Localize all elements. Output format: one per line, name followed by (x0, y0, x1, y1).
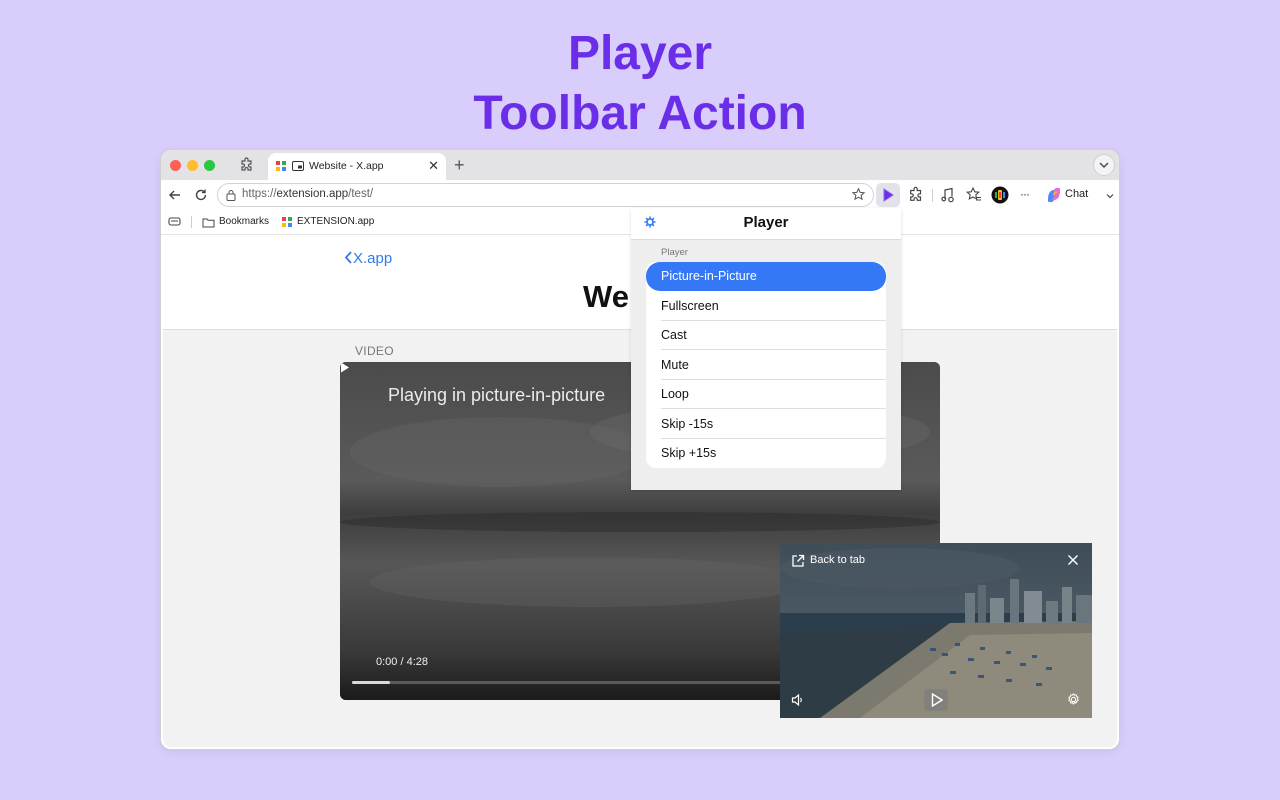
play-icon (931, 693, 943, 707)
menu-item-mute[interactable]: Mute (646, 351, 886, 380)
browser-toolbar: https://extension.app/test/ ··· Chat (161, 180, 1119, 210)
tab-title: Website - X.app (309, 160, 384, 172)
page-title: Wel (583, 279, 638, 314)
back-arrow-icon[interactable] (167, 187, 183, 203)
video-progress-fill (352, 681, 391, 684)
tab-search-button[interactable] (1093, 154, 1115, 176)
chevron-down-icon (1099, 162, 1109, 168)
copilot-icon (1048, 188, 1060, 202)
menu-item-fullscreen[interactable]: Fullscreen (646, 292, 886, 321)
address-url: https://extension.app/test/ (242, 188, 373, 200)
folder-icon (202, 218, 215, 228)
headline-title: Player (567, 27, 713, 80)
url-host: extension.app (276, 188, 349, 200)
reload-icon[interactable] (193, 187, 209, 203)
address-bar[interactable]: https://extension.app/test/ (217, 183, 874, 207)
player-extension-popup: Player Player Picture-in-Picture Fullscr… (631, 208, 901, 490)
menu-item-label: Fullscreen (661, 298, 719, 313)
chat-label: Chat (1065, 188, 1089, 200)
profile-avatar-icon[interactable] (991, 186, 1009, 204)
menu-item-loop[interactable]: Loop (646, 380, 886, 409)
chevron-left-icon (344, 251, 352, 264)
menu-item-label: Picture-in-Picture (661, 269, 757, 283)
url-path: /test/ (348, 188, 374, 200)
bookmark-favicon-icon (282, 217, 292, 227)
bookmarks-separator (191, 216, 192, 228)
window-minimize-button[interactable] (187, 160, 198, 171)
tab-actions-icon[interactable] (168, 216, 182, 227)
new-tab-button[interactable]: + (454, 154, 465, 176)
back-link[interactable]: X.app (343, 250, 392, 267)
back-link-label: X.app (353, 250, 393, 267)
menu-item-label: Skip +15s (661, 446, 717, 460)
lock-icon[interactable] (226, 189, 236, 201)
pip-window[interactable]: Back to tab (780, 543, 1092, 718)
menu-item-label: Mute (661, 357, 689, 372)
menu-item-skip-back[interactable]: Skip -15s (646, 410, 886, 439)
more-options-icon[interactable]: ··· (1020, 187, 1030, 201)
menu-item-label: Skip -15s (661, 416, 714, 431)
bookmark-star-icon[interactable] (851, 187, 866, 202)
menu-item-label: Loop (661, 387, 689, 401)
pip-indicator-icon (292, 161, 304, 171)
popup-menu: Picture-in-Picture Fullscreen Cast Mute … (646, 262, 886, 468)
menu-item-skip-forward[interactable]: Skip +15s (646, 439, 886, 468)
extensions-icon[interactable] (907, 186, 925, 204)
player-extension-icon (883, 188, 894, 202)
tab-website[interactable]: Website - X.app ✕ (268, 153, 446, 180)
toolbar-separator (932, 189, 933, 202)
popup-header: Player (631, 208, 901, 240)
pip-settings-icon[interactable] (1067, 693, 1080, 706)
close-icon[interactable] (1067, 554, 1079, 566)
site-favicon-icon (276, 161, 286, 171)
extensions-puzzle-icon[interactable] (239, 157, 255, 173)
window-close-button[interactable] (170, 160, 181, 171)
menu-item-label: Cast (661, 328, 687, 342)
bookmark-extension-app[interactable]: EXTENSION.app (297, 216, 374, 227)
tab-strip: Website - X.app ✕ + (161, 150, 1119, 180)
video-pip-message: Playing in picture-in-picture (388, 385, 606, 405)
player-extension-button[interactable] (876, 183, 900, 207)
external-link-icon (792, 554, 805, 567)
pip-play-button[interactable] (924, 689, 948, 711)
volume-icon[interactable] (791, 693, 805, 707)
popup-title: Player (743, 214, 789, 231)
tab-close-icon[interactable]: ✕ (428, 158, 439, 174)
play-icon[interactable] (340, 362, 350, 373)
url-scheme: https:// (242, 188, 277, 200)
media-control-icon[interactable] (939, 186, 957, 204)
menu-item-picture-in-picture[interactable]: Picture-in-Picture (646, 262, 886, 291)
popup-section-label: Player (661, 247, 688, 258)
pip-back-label: Back to tab (810, 554, 866, 566)
chat-chevron-icon[interactable] (1105, 191, 1115, 201)
video-time: 0:00 / 4:28 (376, 656, 428, 668)
favorites-icon[interactable] (965, 186, 983, 204)
video-section-label: VIDEO (355, 344, 394, 358)
headline-subtitle: Toolbar Action (473, 87, 807, 140)
bookmark-folder[interactable]: Bookmarks (219, 216, 269, 227)
window-zoom-button[interactable] (204, 160, 215, 171)
menu-item-cast[interactable]: Cast (646, 321, 886, 350)
